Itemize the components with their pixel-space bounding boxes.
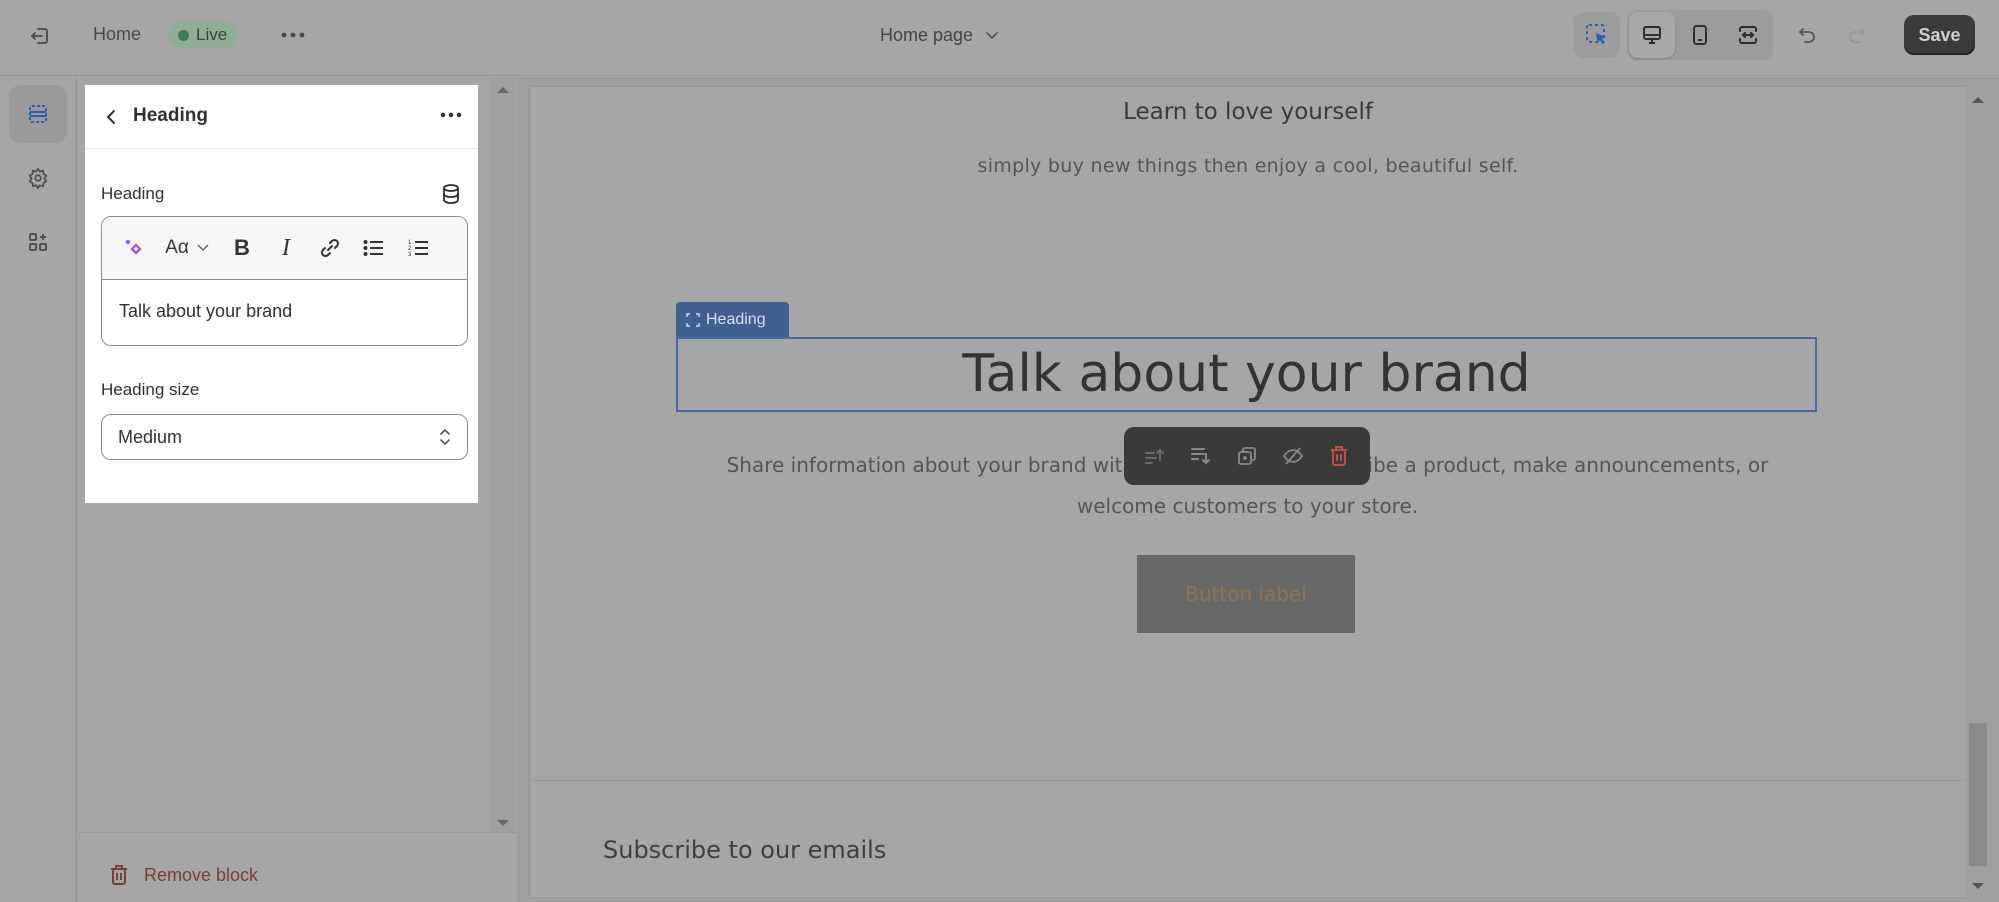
- live-dot-icon: [178, 29, 189, 41]
- newsletter-heading[interactable]: Subscribe to our emails: [603, 836, 886, 864]
- desktop-icon: [1643, 26, 1661, 44]
- section-text[interactable]: simply buy new things then enjoy a cool,…: [530, 155, 1966, 177]
- sparkle-icon: [125, 239, 142, 255]
- top-bar: Home Live Home page Save: [0, 0, 1999, 76]
- heading-field-label: Heading: [101, 184, 165, 203]
- numbered-list-button[interactable]: 123: [396, 228, 440, 268]
- full-width-view-button[interactable]: [1725, 12, 1771, 58]
- panel-title: Heading: [133, 105, 208, 126]
- cta-button[interactable]: Button label: [1137, 555, 1355, 633]
- ellipsis-icon: [440, 112, 462, 118]
- status-badge-label: Live: [196, 25, 228, 44]
- scroll-up-arrow-icon[interactable]: [1972, 97, 1984, 103]
- move-up-button[interactable]: [1138, 439, 1172, 473]
- remove-block-button[interactable]: Remove block: [108, 863, 258, 887]
- move-up-icon: [1145, 448, 1164, 464]
- block-floating-toolbar: [1124, 427, 1370, 485]
- hide-button[interactable]: [1276, 439, 1310, 473]
- sidebar-scrollbar[interactable]: [490, 77, 516, 832]
- page-selector-label: Home page: [880, 25, 974, 45]
- select-arrows-icon: [440, 428, 450, 446]
- bullet-list-button[interactable]: [352, 228, 396, 268]
- exit-button[interactable]: [24, 20, 56, 52]
- section-heading[interactable]: Learn to love yourself: [530, 99, 1966, 125]
- remove-block-label: Remove block: [144, 864, 259, 885]
- heading-rich-text-editor: Aα B I 123 Talk about your brand: [101, 216, 468, 346]
- trash-icon: [111, 865, 127, 885]
- selected-block-tag-label: Heading: [706, 310, 766, 328]
- scroll-up-arrow-icon[interactable]: [497, 87, 509, 93]
- heading-size-select[interactable]: Medium: [101, 414, 468, 460]
- italic-icon: I: [282, 234, 290, 261]
- home-link[interactable]: Home: [93, 24, 141, 45]
- move-down-button[interactable]: [1184, 439, 1218, 473]
- rail-item-sections[interactable]: [9, 85, 67, 143]
- rich-text-heading[interactable]: Talk about your brand: [678, 339, 1815, 409]
- back-button[interactable]: [99, 105, 123, 129]
- bold-button[interactable]: B: [220, 228, 264, 268]
- selected-heading-block[interactable]: Talk about your brand: [676, 337, 1817, 412]
- inspector-select-button[interactable]: [1574, 12, 1620, 58]
- select-cursor-icon: [1586, 24, 1606, 44]
- exit-icon: [31, 28, 48, 44]
- status-badge: Live: [168, 21, 238, 49]
- desktop-view-button[interactable]: [1629, 12, 1675, 58]
- bullet-list-icon: [363, 240, 383, 256]
- font-style-icon: Aα: [165, 237, 189, 258]
- page-selector[interactable]: Home page: [880, 25, 999, 46]
- heading-size-value: Medium: [118, 426, 183, 447]
- database-icon: [443, 184, 459, 204]
- left-rail: [0, 77, 77, 902]
- trash-icon: [1331, 446, 1347, 466]
- dynamic-source-button[interactable]: [440, 183, 464, 207]
- undo-icon: [1798, 28, 1815, 43]
- duplicate-button[interactable]: [1230, 439, 1264, 473]
- numbered-list-icon: 123: [408, 240, 428, 258]
- eye-off-icon: [1282, 447, 1304, 465]
- panel-header: Heading: [85, 85, 478, 149]
- scroll-down-arrow-icon[interactable]: [497, 820, 509, 826]
- duplicate-icon: [1238, 447, 1256, 465]
- rich-text-toolbar: Aα B I 123: [102, 217, 467, 280]
- scroll-down-arrow-icon[interactable]: [1972, 883, 1984, 889]
- ai-generate-button[interactable]: [114, 228, 154, 268]
- block-frame-icon: [686, 312, 700, 327]
- chevron-left-icon: [106, 110, 115, 124]
- more-actions-button[interactable]: [278, 22, 308, 48]
- bold-icon: B: [234, 235, 250, 260]
- device-switcher: [1627, 10, 1773, 60]
- heading-text-input[interactable]: Talk about your brand: [102, 280, 467, 343]
- link-icon: [320, 238, 340, 258]
- font-style-dropdown[interactable]: Aα: [154, 228, 220, 268]
- rail-item-apps[interactable]: [9, 213, 67, 271]
- sections-icon: [29, 105, 47, 123]
- fullscreen-width-icon: [1739, 26, 1757, 44]
- svg-text:3: 3: [408, 252, 412, 258]
- sidebar-footer: Remove block: [78, 832, 516, 902]
- storefront-preview: Learn to love yourself simply buy new th…: [530, 87, 1966, 897]
- delete-block-button[interactable]: [1322, 439, 1356, 473]
- italic-button[interactable]: I: [264, 228, 308, 268]
- redo-icon: [1849, 28, 1866, 43]
- block-settings-panel: Heading Heading Aα B I 1 2 3 Talk about …: [85, 85, 478, 503]
- selected-block-tag: Heading: [676, 302, 789, 337]
- undo-button[interactable]: [1792, 20, 1824, 52]
- redo-button[interactable]: [1840, 20, 1872, 52]
- move-down-icon: [1191, 448, 1210, 465]
- heading-size-label: Heading size: [101, 380, 200, 399]
- gear-icon: [28, 167, 48, 189]
- panel-more-button[interactable]: [436, 103, 466, 127]
- save-button[interactable]: Save: [1904, 15, 1975, 55]
- rail-item-theme-settings[interactable]: [9, 149, 67, 207]
- section-divider: [530, 780, 1966, 781]
- apps-icon: [29, 233, 47, 251]
- chevron-down-icon: [986, 32, 998, 40]
- ellipsis-icon: [281, 32, 305, 38]
- chevron-down-icon: [197, 244, 209, 252]
- scrollbar-thumb[interactable]: [1969, 723, 1987, 866]
- link-button[interactable]: [308, 228, 352, 268]
- mobile-view-button[interactable]: [1677, 12, 1723, 58]
- mobile-icon: [1693, 25, 1707, 45]
- preview-scrollbar[interactable]: [1966, 87, 1990, 897]
